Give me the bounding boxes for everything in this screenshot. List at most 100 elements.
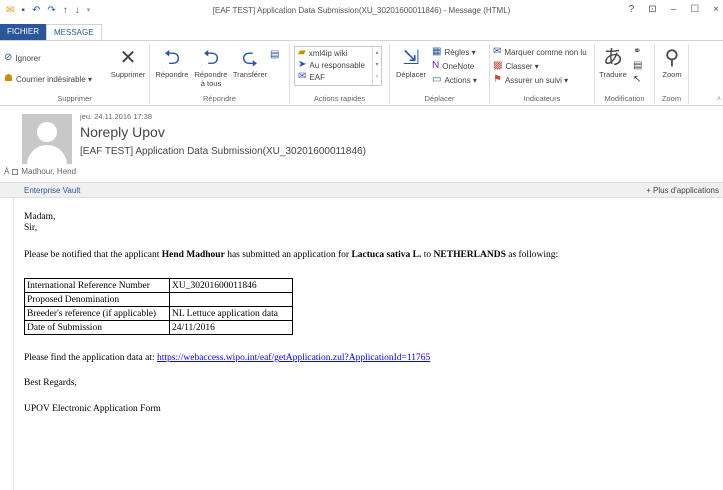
folder-icon: ▰	[298, 47, 306, 58]
table-value: 24/11/2016	[169, 320, 293, 335]
regards: Best Regards,	[24, 378, 77, 388]
greeting-sir: Sir,	[24, 223, 38, 233]
application-link[interactable]: https://webaccess.wipo.int/eaf/getApplic…	[157, 353, 430, 363]
categorize-icon: ▩	[493, 60, 503, 71]
enterprise-vault-link[interactable]: Enterprise Vault	[24, 186, 80, 195]
junk-button[interactable]: ☗ Courrier indésirable ▾	[4, 74, 92, 84]
applicant-name: Hend Madhour	[161, 250, 225, 260]
forward-icon: ⮎	[241, 47, 259, 69]
reply-all-button[interactable]: ⮌ Répondre à tous	[192, 46, 230, 88]
actions-label: Actions ▾	[444, 75, 477, 85]
reply-button[interactable]: ⮌ Répondre	[154, 46, 190, 79]
table-key: Proposed Denomination	[24, 292, 170, 307]
tab-file[interactable]: FICHIER	[0, 24, 46, 40]
quick-step-label-eaf: EAF	[309, 72, 325, 82]
translate-button[interactable]: あ Traduire	[597, 46, 629, 79]
group-indicateurs: ✉ Marquer comme non lu ▩ Classer ▾ ⚑ Ass…	[490, 44, 595, 104]
avatar	[22, 114, 72, 164]
table-row: International Reference Number XU_302016…	[24, 278, 293, 293]
to-label: À	[4, 167, 10, 176]
sender-name[interactable]: Noreply Upov	[80, 124, 165, 140]
actions-icon: ▭	[432, 74, 442, 85]
help-button[interactable]: ?	[629, 4, 635, 15]
species-name: Lactuca sativa L.	[351, 250, 422, 260]
zoom-label: Zoom	[662, 70, 682, 79]
table-row: Breeder's reference (if applicable) NL L…	[24, 306, 293, 321]
minimize-button[interactable]: –	[671, 4, 677, 15]
collapse-ribbon-icon[interactable]: ˄	[717, 96, 721, 103]
forward-button[interactable]: ⮎ Transférer	[230, 46, 270, 79]
message-subject: [EAF TEST] Application Data Submission(X…	[80, 146, 366, 157]
ribbon-display-button[interactable]: ⊡	[648, 4, 656, 15]
presence-icon	[12, 168, 19, 175]
more-respond-button[interactable]: ▤	[270, 50, 279, 60]
onenote-icon: N	[432, 60, 440, 71]
related-icon: ▤	[633, 60, 643, 71]
reply-icon: ⮌	[163, 47, 181, 69]
table-key: Date of Submission	[24, 320, 170, 335]
zoom-button[interactable]: ⚲ Zoom	[657, 46, 687, 79]
table-value: XU_30201600011846	[169, 278, 293, 293]
reply-all-label-2: à tous	[200, 79, 222, 88]
ignore-label: Ignorer	[15, 53, 41, 63]
forward-small-icon: ➤	[298, 59, 307, 70]
group-actions-rapides: ▰ xml4ip wiki ➤ Au responsable ✉ EAF ▴ ▾ ▿…	[290, 44, 390, 104]
junk-icon: ☗	[4, 73, 13, 84]
select-icon: ↖	[633, 74, 642, 85]
translate-icon: あ	[603, 47, 623, 69]
intro-text-d: as following:	[505, 250, 559, 260]
tab-message[interactable]: MESSAGE	[46, 24, 102, 40]
application-table: International Reference Number XU_302016…	[24, 278, 293, 335]
more-respond-icon: ▤	[270, 49, 280, 60]
follow-up-button[interactable]: ⚑ Assurer un suivi ▾	[493, 75, 568, 85]
delete-button[interactable]: ✕ Supprimer	[108, 46, 148, 79]
find-data-text: Please find the application data at:	[24, 353, 157, 363]
group-label-modification: Modification	[604, 94, 645, 103]
follow-up-label: Assurer un suivi ▾	[504, 75, 569, 85]
onenote-label: OneNote	[442, 61, 475, 71]
recipient-line: À Madhour, Hend	[4, 167, 76, 176]
quick-step-manager[interactable]: ➤ Au responsable	[295, 59, 381, 71]
recipient-name[interactable]: Madhour, Hend	[21, 167, 76, 176]
country-name: NETHERLANDS	[433, 250, 506, 260]
more-apps-button[interactable]: + Plus d'applications	[646, 186, 719, 195]
mark-unread-icon: ✉	[493, 46, 502, 57]
move-icon: ⇲	[402, 47, 420, 69]
group-label-repondre: Répondre	[203, 94, 236, 103]
move-label: Déplacer	[395, 70, 426, 79]
group-label-deplacer: Déplacer	[424, 94, 455, 103]
group-modification: あ Traduire ⚭ ▤ ↖ Modification	[595, 44, 655, 104]
quick-step-eaf[interactable]: ✉ EAF	[295, 71, 381, 83]
enterprise-vault-bar: Enterprise Vault + Plus d'applications	[0, 182, 723, 198]
table-row: Date of Submission 24/11/2016	[24, 320, 293, 335]
close-button[interactable]: ×	[713, 4, 719, 15]
group-repondre: ⮌ Répondre ⮌ Répondre à tous ⮎ Transfére…	[150, 44, 290, 104]
actions-button[interactable]: ▭ Actions ▾	[432, 75, 477, 85]
intro-text-c: to	[421, 250, 434, 260]
quick-steps-scroll[interactable]: ▴ ▾ ▿	[372, 47, 381, 85]
binoculars-icon: ⚭	[633, 46, 642, 57]
quick-step-xml4ip[interactable]: ▰ xml4ip wiki	[295, 47, 381, 59]
rules-button[interactable]: ▦ Règles ▾	[432, 47, 476, 57]
find-button[interactable]: ⚭	[633, 47, 641, 57]
related-button[interactable]: ▤	[633, 61, 642, 71]
group-label-actions: Actions rapides	[313, 94, 366, 103]
table-value	[169, 292, 293, 307]
select-button[interactable]: ↖	[633, 75, 641, 85]
ignore-icon: ⊘	[4, 52, 13, 63]
reading-pane-border	[13, 198, 14, 490]
forward-label: Transférer	[232, 70, 268, 79]
find-data-paragraph: Please find the application data at: htt…	[24, 353, 430, 363]
rules-label: Règles ▾	[444, 47, 476, 57]
magnifier-icon: ⚲	[664, 47, 680, 69]
table-value: NL Lettuce application data	[169, 306, 293, 321]
move-button[interactable]: ⇲ Déplacer	[394, 46, 428, 79]
categorize-button[interactable]: ▩ Classer ▾	[493, 61, 539, 71]
message-date: jeu. 24.11.2016 17:38	[80, 112, 153, 121]
ignore-button[interactable]: ⊘ Ignorer	[4, 53, 41, 63]
mark-unread-button[interactable]: ✉ Marquer comme non lu	[493, 47, 587, 57]
intro-text-a: Please be notified that the applicant	[24, 250, 162, 260]
greeting-madam: Madam,	[24, 212, 56, 222]
onenote-button[interactable]: N OneNote	[432, 61, 474, 71]
maximize-button[interactable]: ☐	[690, 4, 699, 15]
